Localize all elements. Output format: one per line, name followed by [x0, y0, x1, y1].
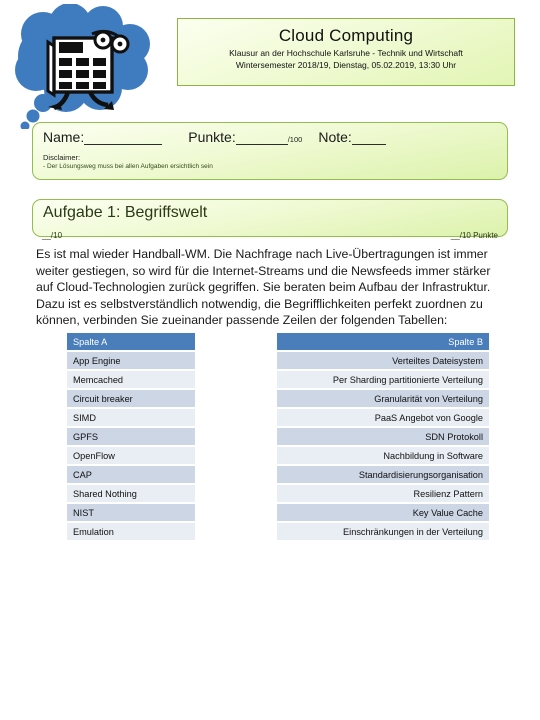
- table-row[interactable]: Nachbildung in Software: [277, 447, 489, 464]
- spalte-a-cell[interactable]: GPFS: [67, 428, 195, 445]
- spalte-a-cell[interactable]: NIST: [67, 504, 195, 521]
- spalte-a-cell[interactable]: CAP: [67, 466, 195, 483]
- exam-subtitle-line-1: Klausur an der Hochschule Karlsruhe - Te…: [229, 48, 463, 58]
- table-row-header: Spalte B: [277, 333, 489, 350]
- disclaimer-label: Disclaimer:: [43, 153, 81, 162]
- note-label: Note:: [318, 129, 352, 145]
- note-input[interactable]: [351, 130, 386, 145]
- task-points-left: __/10: [42, 231, 63, 240]
- thought-bubble-icon: [15, 4, 150, 129]
- table-row[interactable]: Emulation: [67, 523, 195, 540]
- table-row[interactable]: Per Sharding partitionierte Verteilung: [277, 371, 489, 388]
- column-b-header: Spalte B: [277, 333, 489, 350]
- spalte-b-cell[interactable]: SDN Protokoll: [277, 428, 489, 445]
- page-title: Cloud Computing: [278, 26, 414, 45]
- table-row[interactable]: Shared Nothing: [67, 485, 195, 502]
- table-row[interactable]: GPFS: [67, 428, 195, 445]
- table-row[interactable]: Einschränkungen in der Verteilung: [277, 523, 489, 540]
- student-info-panel: Name: Punkte: /100 Note: Disclaimer: - Der …: [32, 122, 508, 180]
- column-a-header: Spalte A: [67, 333, 195, 350]
- spalte-b-cell[interactable]: Standardisierungsorganisation: [277, 466, 489, 483]
- table-row[interactable]: Memcached: [67, 371, 195, 388]
- name-input[interactable]: [84, 130, 163, 145]
- task-title: Aufgabe 1: Begriffswelt: [43, 204, 208, 221]
- exam-subtitle-line-2: Wintersemester 2018/19, Dienstag, 05.02.…: [235, 60, 457, 70]
- table-row[interactable]: SDN Protokoll: [277, 428, 489, 445]
- spalte-b-cell[interactable]: Per Sharding partitionierte Verteilung: [277, 371, 489, 388]
- table-row[interactable]: Resilienz Pattern: [277, 485, 489, 502]
- spalte-b-cell[interactable]: Resilienz Pattern: [277, 485, 489, 502]
- task-points-right-wrap: __/10 Punkte: [451, 225, 498, 243]
- table-row[interactable]: OpenFlow: [67, 447, 195, 464]
- table-spalte-a: Spalte A App Engine Memcached Circuit brea…: [67, 331, 195, 542]
- spalte-a-cell[interactable]: Shared Nothing: [67, 485, 195, 502]
- spalte-a-cell[interactable]: SIMD: [67, 409, 195, 426]
- table-row-header: Spalte A: [67, 333, 195, 350]
- student-info-row: Name: Punkte: /100 Note:: [43, 129, 499, 151]
- task-heading-panel: Aufgabe 1: Begriffswelt: [32, 199, 508, 237]
- punkte-label: Punkte:: [188, 129, 236, 145]
- spalte-a-cell[interactable]: OpenFlow: [67, 447, 195, 464]
- spalte-b-cell[interactable]: Granularität von Verteilung: [277, 390, 489, 407]
- spalte-b-cell[interactable]: Einschränkungen in der Verteilung: [277, 523, 489, 540]
- table-spalte-b: Spalte B Verteiltes Dateisystem Per Shard…: [277, 331, 489, 542]
- table-row[interactable]: Granularität von Verteilung: [277, 390, 489, 407]
- table-row[interactable]: Key Value Cache: [277, 504, 489, 521]
- table-row[interactable]: CAP: [67, 466, 195, 483]
- punkte-total-label: /100: [287, 135, 303, 144]
- table-row[interactable]: Verteiltes Dateisystem: [277, 352, 489, 369]
- spalte-a-cell[interactable]: Memcached: [67, 371, 195, 388]
- table-row[interactable]: App Engine: [67, 352, 195, 369]
- spalte-a-cell[interactable]: Emulation: [67, 523, 195, 540]
- column-a-body: App Engine Memcached Circuit breaker SIMD GP…: [67, 352, 195, 540]
- name-label: Name:: [43, 129, 85, 145]
- spalte-b-cell[interactable]: Verteiltes Dateisystem: [277, 352, 489, 369]
- task-description: Es ist mal wieder Handball-WM. Die Nachf…: [36, 247, 491, 328]
- task-points-left-wrap: __/10: [42, 225, 62, 243]
- column-b-body: Verteiltes Dateisystem Per Sharding parti…: [277, 352, 489, 540]
- table-row[interactable]: PaaS Angebot von Google: [277, 409, 489, 426]
- spalte-a-cell[interactable]: App Engine: [67, 352, 195, 369]
- exam-title-box: Cloud Computing Klausur an der Hochschul…: [177, 18, 515, 86]
- spalte-b-cell[interactable]: Key Value Cache: [277, 504, 489, 521]
- disclaimer-text: - Der Lösungsweg muss bei allen Aufgaben…: [43, 163, 213, 170]
- spalte-b-cell[interactable]: Nachbildung in Software: [277, 447, 489, 464]
- task-points-right: __/10 Punkte: [450, 231, 498, 240]
- punkte-input[interactable]: [235, 130, 288, 145]
- spalte-a-cell[interactable]: Circuit breaker: [67, 390, 195, 407]
- spalte-b-cell[interactable]: PaaS Angebot von Google: [277, 409, 489, 426]
- table-row[interactable]: Circuit breaker: [67, 390, 195, 407]
- table-row[interactable]: NIST: [67, 504, 195, 521]
- table-row[interactable]: Standardisierungsorganisation: [277, 466, 489, 483]
- table-row[interactable]: SIMD: [67, 409, 195, 426]
